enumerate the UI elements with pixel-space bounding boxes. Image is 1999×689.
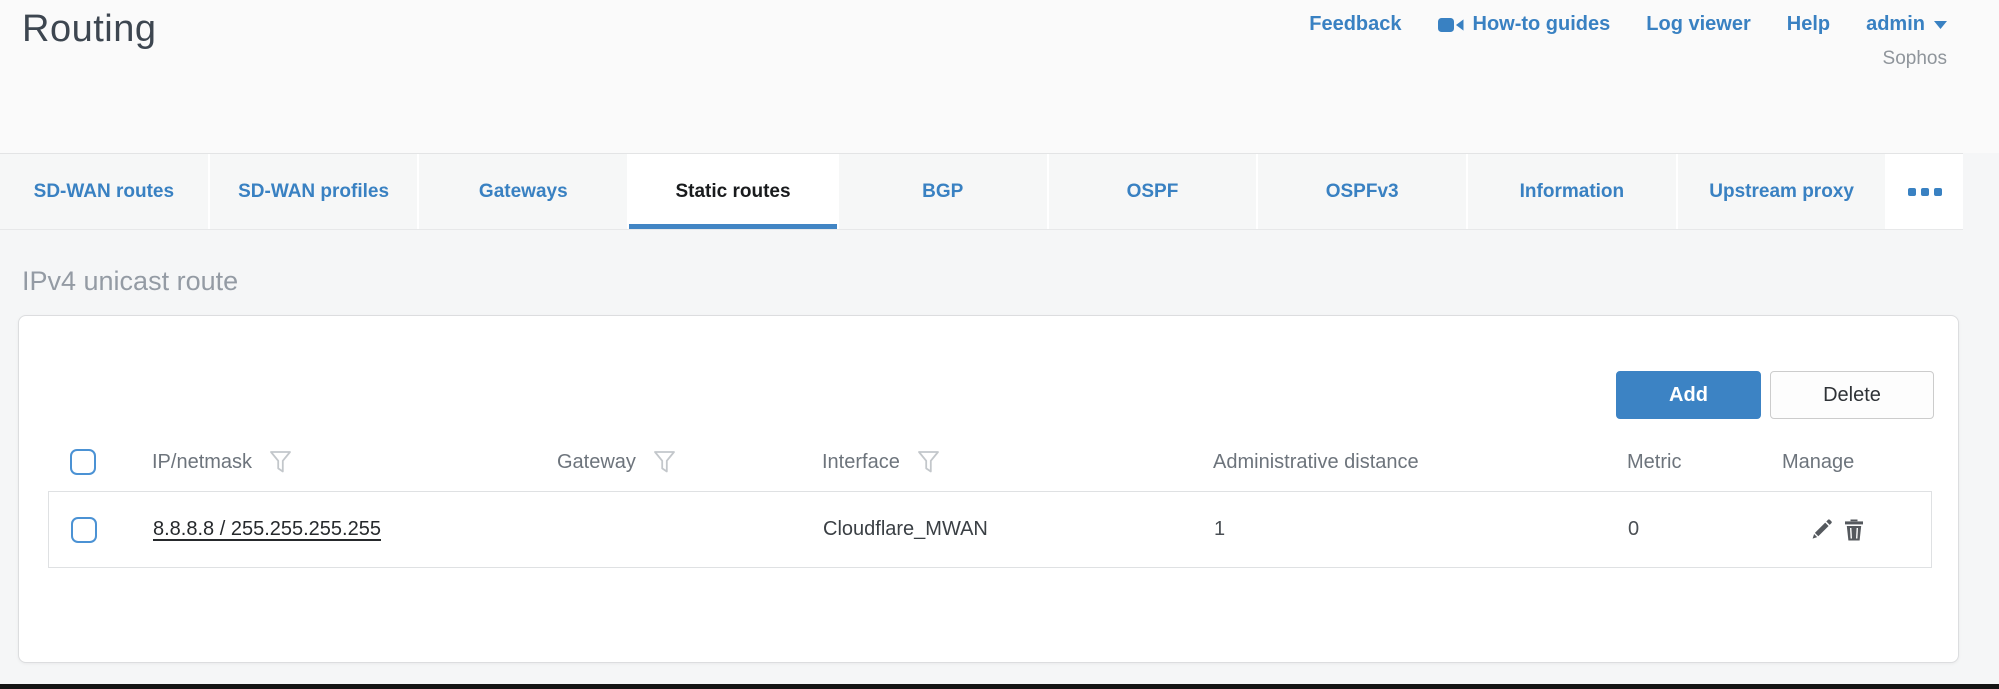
col-ip-netmask: IP/netmask [152, 451, 252, 474]
window-bottom-edge [0, 684, 1999, 689]
table-row: 8.8.8.8 / 255.255.255.255 Cloudflare_MWA… [48, 491, 1932, 568]
page-header: Routing Feedback How-to guides Log viewe… [0, 0, 1999, 153]
col-metric: Metric [1627, 451, 1681, 474]
org-label: Sophos [1883, 48, 1947, 70]
tab-bar: SD-WAN routes SD-WAN profiles Gateways S… [0, 153, 1963, 230]
col-manage: Manage [1782, 451, 1854, 474]
tab-upstream-proxy[interactable]: Upstream proxy [1678, 154, 1886, 229]
header-links: Feedback How-to guides Log viewer Help a… [1309, 13, 1947, 36]
help-link[interactable]: Help [1787, 13, 1830, 36]
log-viewer-label: Log viewer [1646, 13, 1750, 36]
feedback-link-label: Feedback [1309, 13, 1401, 36]
tab-ospfv3[interactable]: OSPFv3 [1258, 154, 1466, 229]
feedback-link[interactable]: Feedback [1309, 13, 1401, 36]
caret-down-icon [1934, 21, 1947, 29]
filter-funnel-icon[interactable] [653, 450, 676, 475]
account-menu[interactable]: admin [1866, 13, 1947, 36]
video-camera-icon [1438, 15, 1464, 35]
col-administrative-distance: Administrative distance [1213, 451, 1419, 474]
tab-gateways[interactable]: Gateways [419, 154, 627, 229]
filter-funnel-icon[interactable] [269, 450, 292, 475]
tab-overflow-ellipsis-icon[interactable] [1887, 154, 1963, 229]
route-ip-netmask-link[interactable]: 8.8.8.8 / 255.255.255.255 [153, 518, 381, 540]
routes-panel: Add Delete IP/netmask Gateway Interface … [18, 315, 1959, 663]
howto-guides-link[interactable]: How-to guides [1438, 13, 1611, 36]
help-label: Help [1787, 13, 1830, 36]
tab-static-routes[interactable]: Static routes [629, 154, 837, 229]
add-button[interactable]: Add [1616, 371, 1761, 419]
route-admin-distance-cell: 1 [1184, 518, 1598, 541]
section-title: IPv4 unicast route [22, 266, 238, 297]
route-metric-cell: 0 [1598, 518, 1753, 541]
tab-ospf[interactable]: OSPF [1049, 154, 1257, 229]
edit-pencil-icon[interactable] [1809, 517, 1834, 542]
delete-button[interactable]: Delete [1770, 371, 1934, 419]
table-header-row: IP/netmask Gateway Interface Administrat… [48, 433, 1932, 491]
tab-bgp[interactable]: BGP [839, 154, 1047, 229]
row-checkbox[interactable] [71, 517, 97, 543]
col-gateway: Gateway [557, 451, 636, 474]
tab-sdwan-profiles[interactable]: SD-WAN profiles [210, 154, 418, 229]
select-all-checkbox[interactable] [70, 449, 96, 475]
filter-funnel-icon[interactable] [917, 450, 940, 475]
route-interface-cell: Cloudflare_MWAN [793, 518, 1184, 541]
delete-trash-icon[interactable] [1842, 517, 1866, 543]
log-viewer-link[interactable]: Log viewer [1646, 13, 1750, 36]
tab-sdwan-routes[interactable]: SD-WAN routes [0, 154, 208, 229]
account-label: admin [1866, 13, 1925, 36]
tab-information[interactable]: Information [1468, 154, 1676, 229]
howto-guides-label: How-to guides [1473, 13, 1611, 36]
page-title: Routing [22, 8, 156, 51]
col-interface: Interface [822, 451, 900, 474]
